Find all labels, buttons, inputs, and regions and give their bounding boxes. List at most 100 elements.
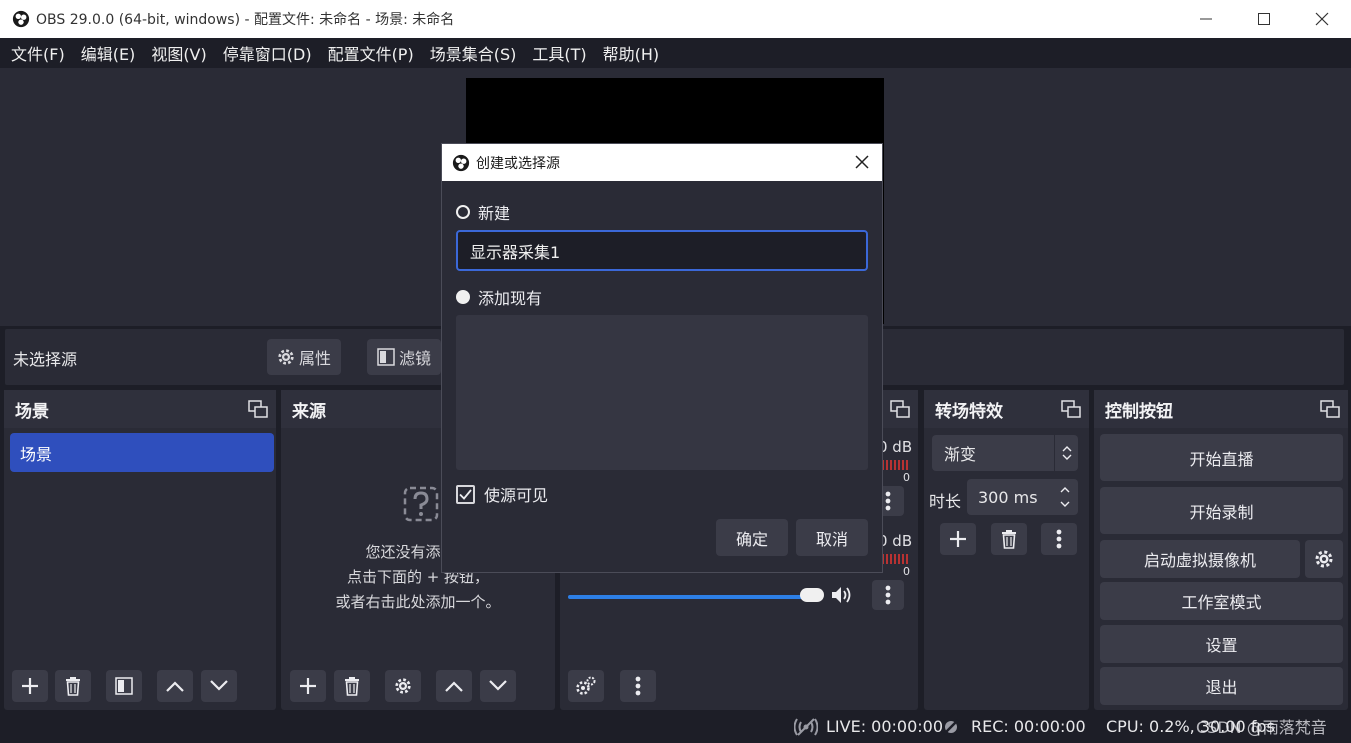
create-new-label: 新建 — [478, 204, 511, 223]
exit-button[interactable]: 退出 — [1100, 667, 1343, 705]
source-properties-button[interactable] — [385, 670, 421, 702]
dialog-title: 创建或选择源 — [476, 155, 560, 172]
menu-help[interactable]: 帮助(H) — [595, 41, 668, 65]
mixer-meter-1 — [882, 460, 910, 470]
create-new-radio[interactable]: 新建 — [456, 200, 510, 224]
mixer-scale-end-2: 0 — [903, 565, 910, 578]
menu-view[interactable]: 视图(V) — [143, 41, 214, 65]
start-recording-button[interactable]: 开始录制 — [1100, 487, 1343, 534]
menu-tools[interactable]: 工具(T) — [524, 41, 594, 65]
transition-type-select[interactable]: 渐变 — [932, 435, 1078, 471]
question-mark-icon — [403, 486, 439, 522]
record-off-icon — [943, 719, 959, 735]
mixer-menu-button-2[interactable] — [872, 580, 904, 610]
move-scene-up-button[interactable] — [157, 670, 193, 702]
chevron-up-icon — [445, 681, 463, 692]
undock-icon[interactable] — [248, 399, 268, 419]
add-scene-button[interactable] — [12, 670, 48, 702]
updown-icon — [1062, 446, 1071, 460]
menu-scene-collection[interactable]: 场景集合(S) — [422, 41, 525, 65]
make-visible-checkbox[interactable]: 使源可见 — [456, 482, 548, 506]
close-button[interactable] — [1293, 0, 1351, 38]
remove-scene-button[interactable] — [55, 670, 91, 702]
window-title: OBS 29.0.0 (64-bit, windows) - 配置文件: 未命名… — [36, 12, 455, 28]
add-existing-radio[interactable]: 添加现有 — [456, 285, 542, 309]
make-visible-label: 使源可见 — [484, 486, 549, 505]
add-transition-button[interactable] — [940, 523, 976, 555]
trash-icon — [1002, 530, 1016, 549]
gear-icon — [278, 349, 294, 365]
mixer-db-1: 0 dB — [878, 438, 913, 456]
add-source-button[interactable] — [290, 670, 326, 702]
transition-options-button[interactable] — [1041, 523, 1077, 555]
menu-file[interactable]: 文件(F) — [3, 41, 73, 65]
duration-spinbox[interactable]: 300 ms — [967, 479, 1078, 515]
sources-empty-line3: 或者右击此处添加一个。 — [335, 593, 501, 611]
existing-sources-list[interactable] — [456, 315, 868, 470]
live-timer: LIVE: 00:00:00 — [826, 717, 944, 736]
mixer-scale-end-1: 0 — [903, 471, 910, 484]
filter-icon — [377, 348, 395, 366]
rec-timer: REC: 00:00:00 — [971, 717, 1086, 736]
scene-item-label: 场景 — [20, 444, 53, 464]
speaker-icon[interactable] — [831, 586, 853, 604]
chevron-down-icon — [489, 680, 507, 691]
controls-dock-header: 控制按钮 — [1094, 390, 1348, 428]
move-source-down-button[interactable] — [480, 670, 516, 702]
maximize-button[interactable] — [1235, 0, 1293, 38]
dialog-titlebar: 创建或选择源 — [442, 144, 882, 181]
move-source-up-button[interactable] — [436, 670, 472, 702]
volume-slider-track[interactable] — [568, 595, 818, 599]
advanced-audio-button[interactable] — [568, 670, 604, 702]
more-vertical-icon — [635, 676, 641, 696]
transitions-dock-header: 转场特效 — [924, 390, 1089, 428]
scenes-dock-header: 场景 — [4, 390, 276, 428]
scene-filters-button[interactable] — [106, 670, 142, 702]
obs-logo-icon — [452, 154, 470, 171]
undock-icon[interactable] — [1061, 399, 1081, 419]
remove-source-button[interactable] — [334, 670, 370, 702]
mixer-db-2: 0 dB — [878, 532, 913, 550]
transitions-dock: 转场特效 渐变 时长 300 ms — [924, 390, 1089, 710]
start-streaming-button[interactable]: 开始直播 — [1100, 434, 1343, 481]
more-vertical-icon — [885, 491, 891, 511]
create-select-source-dialog: 创建或选择源 新建 添加现有 使源可见 确定 取消 — [442, 144, 882, 572]
undock-icon[interactable] — [1320, 399, 1340, 419]
settings-button[interactable]: 设置 — [1100, 625, 1343, 663]
sources-title: 来源 — [292, 401, 326, 422]
select-spinner — [1054, 435, 1078, 471]
properties-button[interactable]: 属性 — [267, 339, 342, 375]
virtual-camera-settings-button[interactable] — [1305, 540, 1343, 578]
filters-button[interactable]: 滤镜 — [367, 339, 442, 375]
checkmark-icon — [459, 488, 472, 500]
obs-logo-icon — [12, 10, 30, 28]
scenes-dock: 场景 场景 — [4, 390, 276, 710]
menu-edit[interactable]: 编辑(E) — [73, 41, 144, 65]
scene-list-item[interactable]: 场景 — [10, 433, 274, 472]
filters-label: 滤镜 — [399, 349, 432, 368]
updown-icon[interactable] — [1060, 485, 1070, 509]
plus-icon — [300, 678, 316, 694]
properties-label: 属性 — [299, 349, 332, 368]
status-bar: LIVE: 00:00:00 REC: 00:00:00 CPU: 0.2%, … — [0, 711, 1351, 743]
remove-transition-button[interactable] — [991, 523, 1027, 555]
mixer-options-button[interactable] — [620, 670, 656, 702]
minimize-button[interactable] — [1177, 0, 1235, 38]
broadcast-icon — [794, 718, 818, 736]
undock-icon[interactable] — [890, 399, 910, 419]
radio-icon — [456, 205, 470, 219]
cancel-button[interactable]: 取消 — [796, 519, 868, 556]
move-scene-down-button[interactable] — [201, 670, 237, 702]
studio-mode-button[interactable]: 工作室模式 — [1100, 582, 1343, 620]
ok-button[interactable]: 确定 — [716, 519, 788, 556]
volume-slider-handle[interactable] — [800, 588, 824, 602]
source-name-input[interactable] — [456, 230, 868, 271]
menu-profile[interactable]: 配置文件(P) — [320, 41, 422, 65]
close-icon[interactable] — [852, 152, 872, 172]
start-virtual-camera-button[interactable]: 启动虚拟摄像机 — [1100, 540, 1300, 578]
menu-docks[interactable]: 停靠窗口(D) — [215, 41, 320, 65]
plus-icon — [22, 678, 38, 694]
trash-icon — [345, 677, 359, 696]
watermark: CSDN @雨落梵音 — [1196, 718, 1327, 737]
checkbox-icon — [456, 484, 475, 504]
